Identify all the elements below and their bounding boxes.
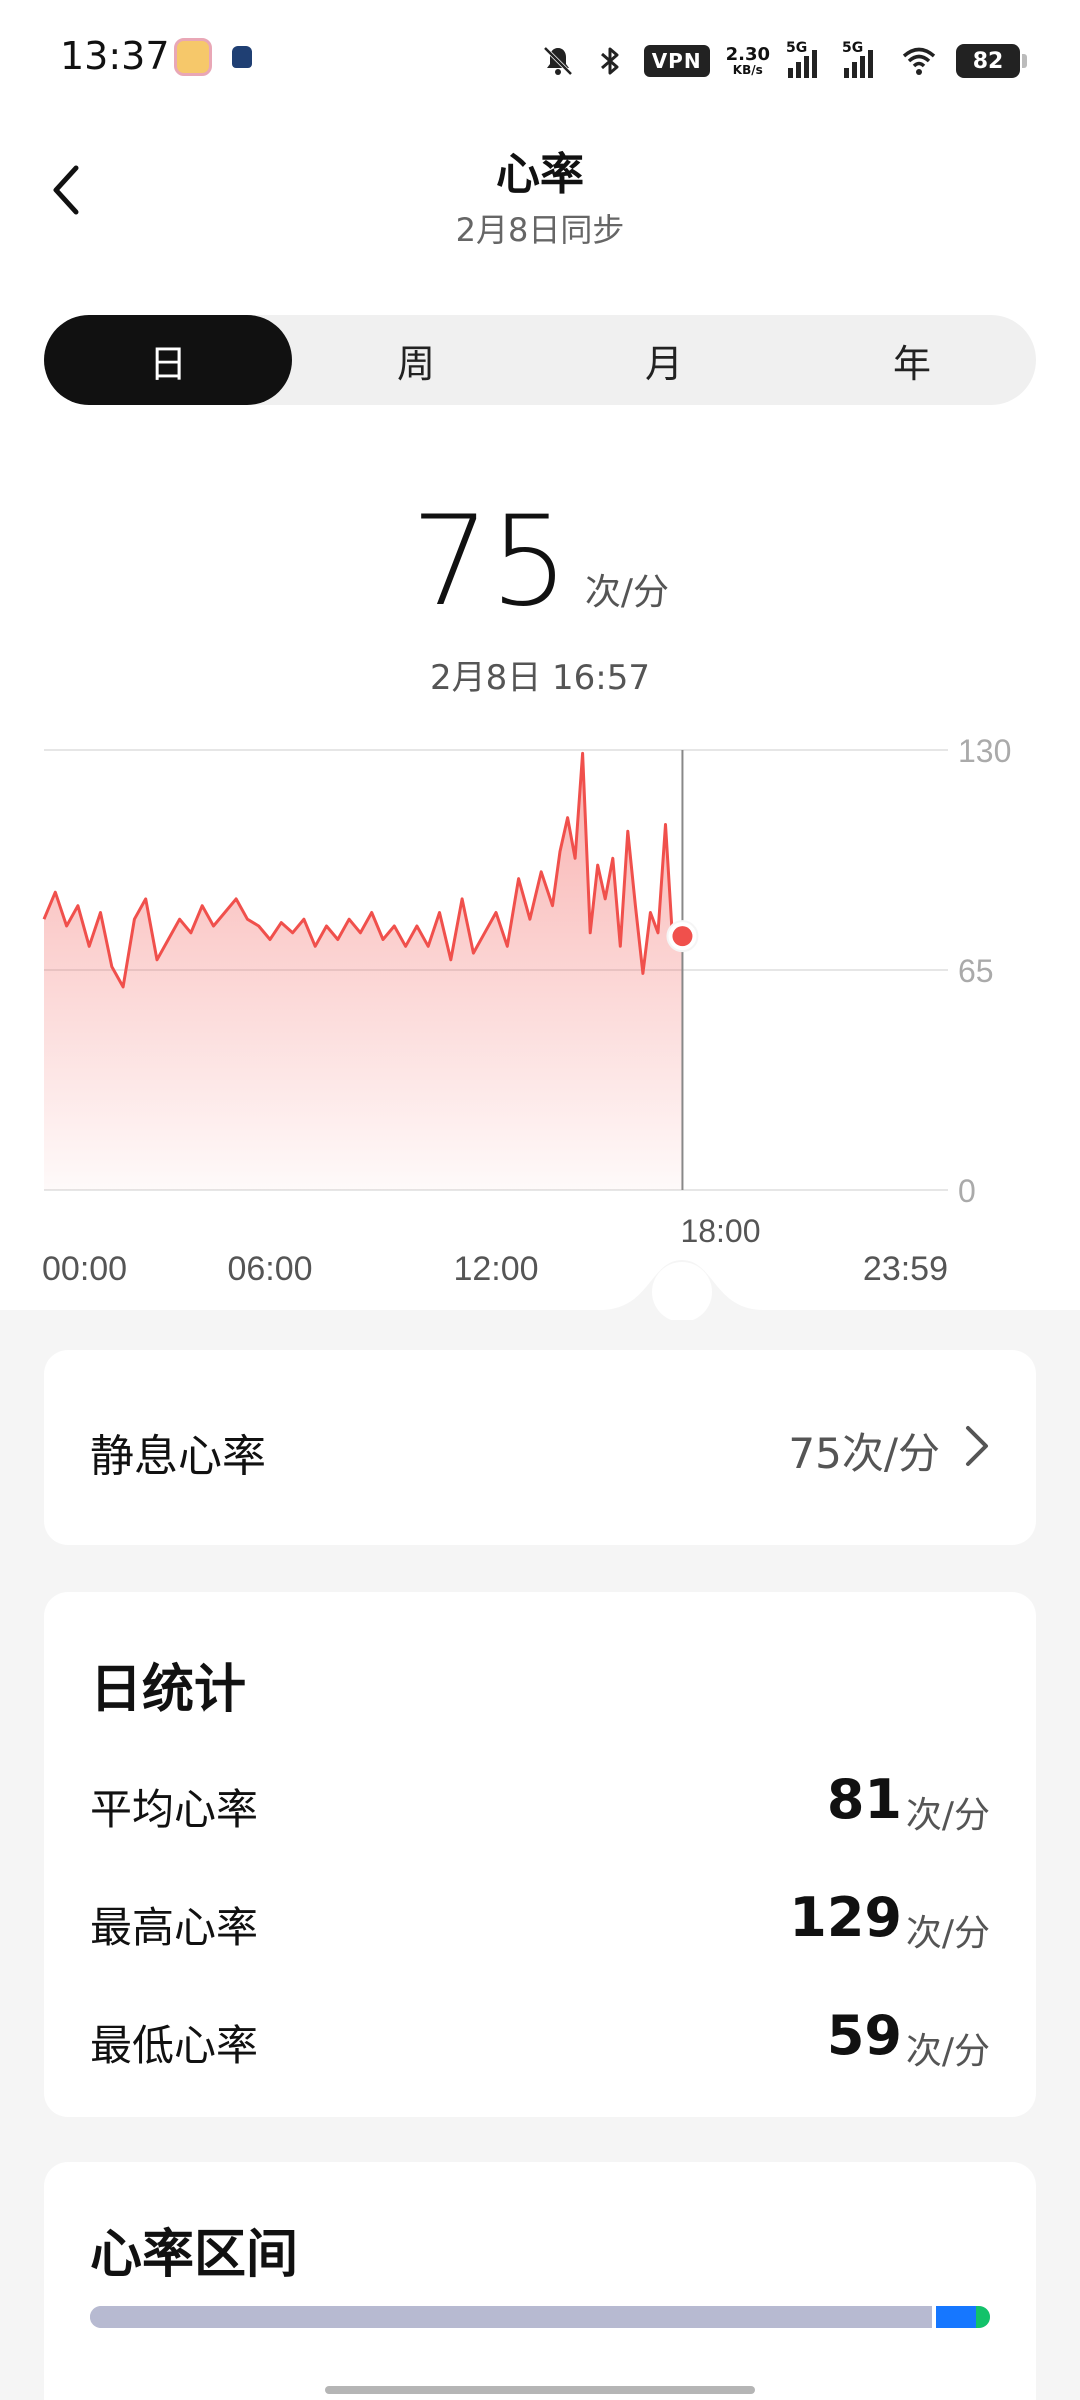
network-speed: 2.30 KB/s xyxy=(725,44,770,77)
reading-time: 2月8日 16:57 xyxy=(429,658,651,698)
stat-row-min: 最低心率 59 次/分 xyxy=(90,1998,990,2078)
y-tick-label: 65 xyxy=(958,953,994,989)
stat-row-max: 最高心率 129 次/分 xyxy=(90,1880,990,1960)
status-time: 13:37 xyxy=(60,34,170,78)
app-notification-icon xyxy=(174,38,212,76)
battery-icon: 82 xyxy=(956,44,1027,78)
current-heart-rate-unit: 次/分 xyxy=(584,572,669,613)
status-bar: 13:37 VPN 2.30 KB/s 5G 5G 82 xyxy=(0,0,1080,120)
resting-heart-rate-card[interactable]: 静息心率 75次/分 xyxy=(44,1350,1036,1545)
tab-day[interactable]: 日 xyxy=(44,315,292,405)
scrub-handle xyxy=(652,1262,712,1320)
network-speed-value: 2.30 xyxy=(725,44,770,65)
wifi-icon xyxy=(902,47,936,75)
tab-month[interactable]: 月 xyxy=(540,315,788,405)
heart-rate-zone-card[interactable]: 心率区间 xyxy=(44,2162,1036,2400)
stat-label: 平均心率 xyxy=(90,1785,259,1834)
stat-label: 最高心率 xyxy=(90,1903,259,1952)
stat-value: 129 xyxy=(789,1886,902,1949)
tab-week[interactable]: 周 xyxy=(292,315,540,405)
home-indicator[interactable] xyxy=(325,2386,755,2394)
bluetooth-icon xyxy=(600,47,619,75)
signal-sim2-icon: 5G xyxy=(842,40,882,78)
resting-label: 静息心率 xyxy=(90,1431,266,1482)
daily-stats-title: 日统计 xyxy=(90,1660,247,1720)
zone-distribution-bar xyxy=(90,2306,990,2328)
daily-stats-card: 日统计 平均心率 81 次/分 最高心率 129 次/分 最低心率 59 次/分 xyxy=(44,1592,1036,2117)
stat-unit: 次/分 xyxy=(905,1913,990,1954)
stat-unit: 次/分 xyxy=(905,2031,990,2072)
signal-sim1-icon: 5G xyxy=(786,40,826,78)
resting-value: 75次/分 xyxy=(788,1429,940,1478)
y-tick-label: 0 xyxy=(958,1173,976,1209)
heart-rate-chart[interactable]: 130 65 0 18:00 00:00 06:00 12:00 23:59 xyxy=(0,720,1080,1320)
stat-label: 最低心率 xyxy=(90,2021,259,2070)
page-title: 心率 xyxy=(496,149,584,200)
sync-status: 2月8日同步 xyxy=(455,211,625,249)
stat-value: 81 xyxy=(826,1768,902,1831)
vpn-badge: VPN xyxy=(643,45,710,77)
current-heart-rate: 75 xyxy=(411,490,569,634)
x-tick-label: 00:00 xyxy=(42,1250,127,1288)
current-reading: 75 次/分 xyxy=(0,490,1080,634)
signal-sim1-label: 5G xyxy=(786,40,808,56)
period-tabs: 日 周 月 年 xyxy=(44,315,1036,405)
zone-segment xyxy=(976,2306,990,2328)
x-tick-label: 12:00 xyxy=(453,1250,538,1288)
stat-row-average: 平均心率 81 次/分 xyxy=(90,1762,990,1842)
mute-bell-icon xyxy=(543,46,573,76)
cursor-dot xyxy=(672,926,693,947)
chevron-right-icon xyxy=(966,1426,988,1466)
zone-segment xyxy=(90,2306,933,2328)
tab-year[interactable]: 年 xyxy=(788,315,1036,405)
cat-app-notification-icon xyxy=(224,38,262,76)
cursor-time-label: 18:00 xyxy=(680,1213,760,1249)
network-speed-unit: KB/s xyxy=(732,63,763,77)
stat-unit: 次/分 xyxy=(905,1795,990,1836)
status-icons: VPN 2.30 KB/s 5G 5G 82 xyxy=(540,36,1027,86)
x-tick-label: 06:00 xyxy=(227,1250,312,1288)
zone-segment xyxy=(935,2306,977,2328)
x-tick-label: 23:59 xyxy=(863,1250,948,1288)
signal-sim2-label: 5G xyxy=(842,40,864,56)
zone-title: 心率区间 xyxy=(90,2225,299,2285)
stat-value: 59 xyxy=(826,2004,902,2067)
y-tick-label: 130 xyxy=(958,733,1011,769)
